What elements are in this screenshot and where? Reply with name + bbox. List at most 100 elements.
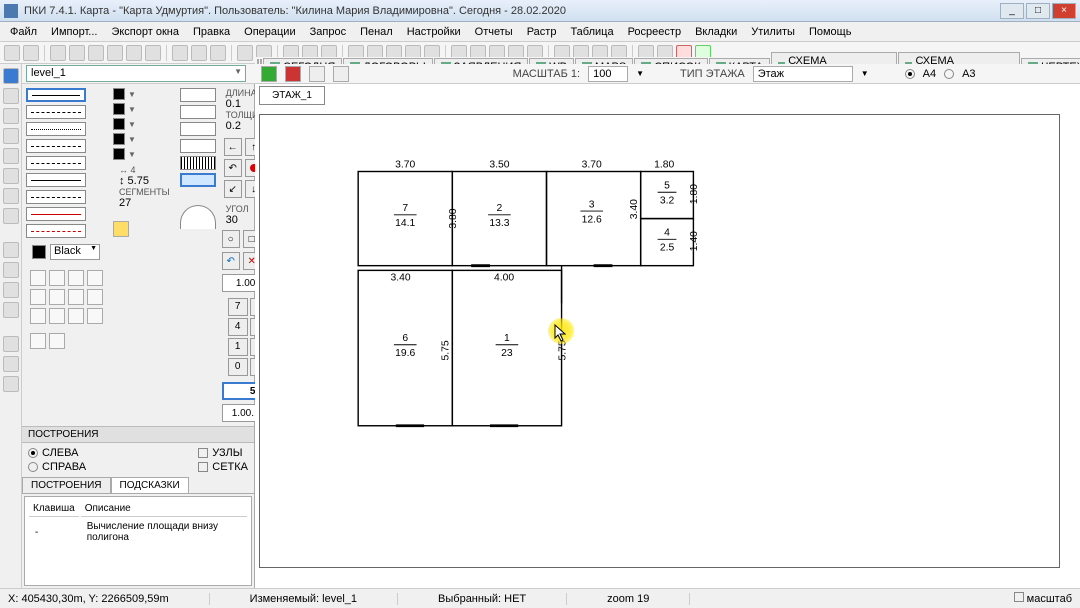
vt-circle-icon[interactable]	[3, 168, 19, 184]
menu-import[interactable]: Импорт...	[45, 24, 103, 40]
menu-table[interactable]: Таблица	[564, 24, 619, 40]
vt-rect-icon[interactable]	[3, 148, 19, 164]
rotate-left-icon[interactable]: ↶	[224, 159, 242, 177]
vt-e-icon[interactable]	[3, 336, 19, 352]
vt-poly-icon[interactable]	[3, 128, 19, 144]
snap-5-icon[interactable]	[30, 289, 46, 305]
vt-g-icon[interactable]	[3, 376, 19, 392]
line-style-dash2[interactable]	[26, 190, 86, 204]
tab2-construction[interactable]: ПОСТРОЕНИЯ	[22, 477, 111, 493]
snap-10-icon[interactable]	[49, 308, 65, 324]
tab2-hints[interactable]: ПОДСКАЗКИ	[111, 477, 189, 493]
menu-utils[interactable]: Утилиты	[745, 24, 801, 40]
key-0[interactable]: 0	[228, 358, 248, 376]
tool-print-icon[interactable]	[107, 45, 123, 61]
fill-outline2[interactable]	[180, 139, 216, 153]
check-grid[interactable]	[198, 462, 208, 472]
arrow-dl-icon[interactable]: ↙	[224, 180, 242, 198]
ext-1-icon[interactable]	[30, 333, 46, 349]
cb-b-icon[interactable]	[333, 66, 349, 82]
menu-help[interactable]: Помощь	[803, 24, 858, 40]
key-1[interactable]: 1	[228, 338, 248, 356]
line-style-red[interactable]	[26, 207, 86, 221]
arc-preview[interactable]	[180, 205, 216, 229]
line-style-solid[interactable]	[26, 88, 86, 102]
maximize-button[interactable]: □	[1026, 3, 1050, 19]
menu-reports[interactable]: Отчеты	[469, 24, 519, 40]
line-style-dotted[interactable]	[26, 122, 86, 136]
vt-select-icon[interactable]	[3, 68, 19, 84]
fill-sw-5[interactable]	[113, 148, 125, 160]
vt-f-icon[interactable]	[3, 356, 19, 372]
menu-query[interactable]: Запрос	[304, 24, 352, 40]
fill-hatch[interactable]	[180, 156, 216, 170]
vt-b-icon[interactable]	[3, 262, 19, 278]
menu-edit[interactable]: Правка	[187, 24, 236, 40]
snap-7-icon[interactable]	[68, 289, 84, 305]
arrow-left-icon[interactable]: ←	[224, 138, 242, 156]
floor-type-input[interactable]	[753, 66, 853, 82]
snap-2-icon[interactable]	[49, 270, 65, 286]
key-7[interactable]: 7	[228, 298, 248, 316]
tool-export-icon[interactable]	[145, 45, 161, 61]
snap-9-icon[interactable]	[30, 308, 46, 324]
line-color-swatch[interactable]	[32, 245, 46, 259]
scale-input[interactable]	[588, 66, 628, 82]
snap-3-icon[interactable]	[68, 270, 84, 286]
menu-file[interactable]: Файл	[4, 24, 43, 40]
apply-icon[interactable]	[113, 221, 129, 237]
menu-operations[interactable]: Операции	[238, 24, 301, 40]
tool-open-icon[interactable]	[69, 45, 85, 61]
menu-raster[interactable]: Растр	[521, 24, 563, 40]
undo-icon[interactable]: ↶	[222, 252, 240, 270]
vt-text-icon[interactable]	[3, 208, 19, 224]
circle-tool-icon[interactable]: ○	[222, 230, 240, 248]
tool-copy-icon[interactable]	[191, 45, 207, 61]
fill-none[interactable]	[180, 88, 216, 102]
vt-arc-icon[interactable]	[3, 188, 19, 204]
line-style-dashed[interactable]	[26, 105, 86, 119]
radio-a4[interactable]	[905, 69, 915, 79]
snap-11-icon[interactable]	[68, 308, 84, 324]
check-nodes[interactable]	[198, 448, 208, 458]
fill-sw-3[interactable]	[113, 118, 125, 130]
close-button[interactable]: ×	[1052, 3, 1076, 19]
line-style-dashdot[interactable]	[26, 139, 86, 153]
tool-paste-icon[interactable]	[210, 45, 226, 61]
floor-tab[interactable]: ЭТАЖ_1	[259, 86, 325, 105]
cb-a-icon[interactable]	[309, 66, 325, 82]
fill-sw-4[interactable]	[113, 133, 125, 145]
snap-12-icon[interactable]	[87, 308, 103, 324]
line-style-dashdotdot[interactable]	[26, 156, 86, 170]
tool-forward-icon[interactable]	[23, 45, 39, 61]
ext-2-icon[interactable]	[49, 333, 65, 349]
fill-outline[interactable]	[180, 122, 216, 136]
drawing-canvas[interactable]: 3.70 3.50 3.70 1.80 3.80 3.40 1.80 1.40 …	[259, 114, 1060, 568]
radio-a3[interactable]	[944, 69, 954, 79]
fill-sw-1[interactable]	[113, 88, 125, 100]
key-4[interactable]: 4	[228, 318, 248, 336]
level-select[interactable]: level_1	[26, 65, 246, 82]
menu-export[interactable]: Экспорт окна	[105, 24, 185, 40]
minimize-button[interactable]: _	[1000, 3, 1024, 19]
tool-save-icon[interactable]	[88, 45, 104, 61]
tool-doc-icon[interactable]	[126, 45, 142, 61]
menu-settings[interactable]: Настройки	[401, 24, 467, 40]
menu-rosreestr[interactable]: Росреестр	[622, 24, 687, 40]
snap-8-icon[interactable]	[87, 289, 103, 305]
cb-fwd-icon[interactable]	[285, 66, 301, 82]
snap-1-icon[interactable]	[30, 270, 46, 286]
fill-solid[interactable]	[180, 105, 216, 119]
vt-d-icon[interactable]	[3, 302, 19, 318]
line-style-thick[interactable]	[26, 173, 86, 187]
tool-undo-icon[interactable]	[237, 45, 253, 61]
tool-back-icon[interactable]	[4, 45, 20, 61]
fill-selected[interactable]	[180, 173, 216, 187]
menu-tabs[interactable]: Вкладки	[689, 24, 743, 40]
snap-4-icon[interactable]	[87, 270, 103, 286]
radio-left[interactable]	[28, 448, 38, 458]
scale-check[interactable]	[1014, 592, 1024, 602]
radio-right[interactable]	[28, 462, 38, 472]
cb-back-icon[interactable]	[261, 66, 277, 82]
vt-a-icon[interactable]	[3, 242, 19, 258]
